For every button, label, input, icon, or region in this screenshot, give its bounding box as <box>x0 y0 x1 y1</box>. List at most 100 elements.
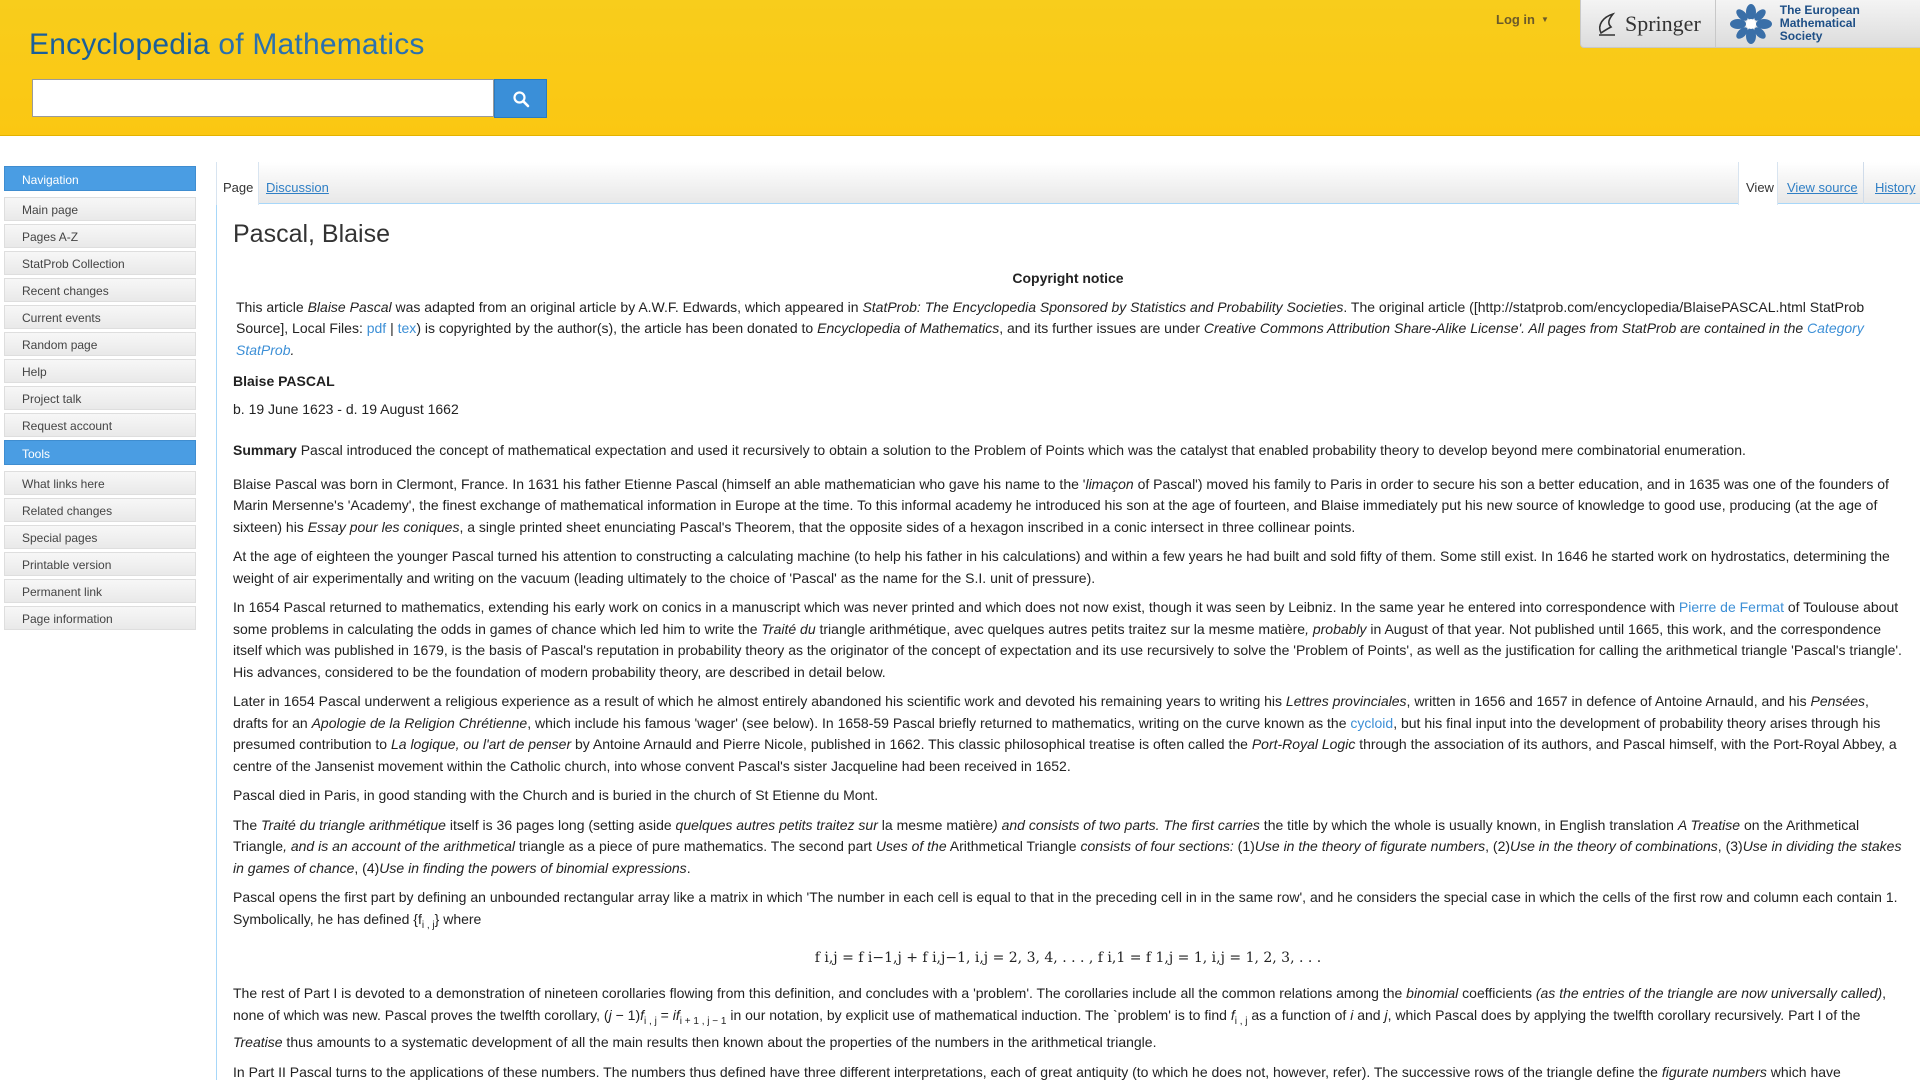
logo-bold: Encyclopedia <box>29 28 210 61</box>
sidebar-item-random-page[interactable]: Random page <box>4 332 196 356</box>
paragraph-corollaries: The rest of Part I is devoted to a demon… <box>233 983 1903 1053</box>
site-logo[interactable]: Encyclopedia of Mathematics <box>29 28 425 62</box>
recurrence-formula: f i,j = f i−1,j + f i,j−1, i,j = 2, 3, 4… <box>814 949 1322 966</box>
para-text: ) and consists of two parts. The first c… <box>993 816 1260 833</box>
paragraph-early-life: Blaise Pascal was born in Clermont, Fran… <box>233 474 1903 539</box>
ems-logo-icon <box>1729 3 1772 44</box>
tools-heading: Tools <box>4 440 196 465</box>
para-text: The rest of Part I is devoted to a demon… <box>233 985 1407 1002</box>
springer-logo-icon <box>1598 11 1616 36</box>
para-text: the title by which the whole is usually … <box>1259 816 1678 833</box>
para-text: , and is an account of the arithmetical <box>283 838 515 854</box>
sidebar-item-project-talk[interactable]: Project talk <box>4 386 196 410</box>
para-text: Traité du <box>761 620 816 637</box>
sidebar-item-related-changes[interactable]: Related changes <box>4 498 196 522</box>
para-text: . <box>686 859 691 876</box>
notice-text: , and its further issues are under <box>999 320 1204 336</box>
para-text: , probably <box>1305 620 1367 637</box>
partner-logos: Springer The European Mathematical Socie… <box>1580 0 1920 48</box>
sidebar-item-pages-a-z[interactable]: Pages A-Z <box>4 224 196 248</box>
login-menu[interactable]: Log in ▼ <box>1496 12 1549 27</box>
para-text: if <box>672 1006 680 1023</box>
para-text: , which Pascal does by applying the twel… <box>1387 1006 1861 1023</box>
para-text: itself is 36 pages long (setting aside <box>445 816 676 833</box>
logo-light: of Mathematics <box>209 28 425 61</box>
cycloid-link[interactable]: cycloid <box>1350 715 1393 731</box>
tab-view[interactable]: View <box>1738 162 1778 205</box>
ems-link[interactable]: The European Mathematical Society <box>1716 0 1890 47</box>
paragraph-religious: Later in 1654 Pascal underwent a religio… <box>233 691 1903 777</box>
para-text: triangle as a piece of pure mathematics.… <box>514 838 876 854</box>
notice-text: . <box>290 341 295 358</box>
para-text: , written in 1656 and 1657 in defence of… <box>1406 693 1811 709</box>
sidebar-item-recent-changes[interactable]: Recent changes <box>4 278 196 302</box>
para-text: Use in the theory of combinations <box>1510 838 1718 854</box>
subscript: i , j <box>1234 1015 1248 1027</box>
sidebar-item-current-events[interactable]: Current events <box>4 305 196 329</box>
para-text: Treatise <box>233 1034 283 1051</box>
tab-bar: Page Discussion View View source History <box>216 162 1920 205</box>
sidebar-item-page-information[interactable]: Page information <box>4 606 196 630</box>
para-text: consists of four sections: <box>1080 838 1234 854</box>
sidebar-item-request-account[interactable]: Request account <box>4 413 196 437</box>
para-text: Arithmetical Triangle <box>946 838 1081 854</box>
para-text: which have <box>1766 1063 1841 1080</box>
notice-text: This article <box>236 298 308 315</box>
para-text: , (4) <box>354 859 380 876</box>
sidebar-item-main-page[interactable]: Main page <box>4 197 196 221</box>
sidebar-item-help[interactable]: Help <box>4 359 196 383</box>
summary-label: Summary <box>233 442 297 458</box>
sidebar-item-special-pages[interactable]: Special pages <box>4 525 196 549</box>
login-label: Log in <box>1496 12 1535 27</box>
notice-text: | <box>386 320 398 336</box>
sidebar-item-permanent-link[interactable]: Permanent link <box>4 579 196 603</box>
para-text: figurate numbers <box>1661 1063 1767 1080</box>
para-text: Use in the theory of figurate numbers <box>1254 838 1486 854</box>
para-text: Traité du triangle arithmétique <box>261 816 446 833</box>
para-text: } where <box>434 910 482 927</box>
tab-history[interactable]: History <box>1863 162 1915 204</box>
copyright-notice: This article Blaise Pascal was adapted f… <box>233 297 1903 362</box>
para-text: A Treatise <box>1677 816 1741 833</box>
para-text: quelques autres petits traitez sur <box>675 816 878 833</box>
para-text: coefficients <box>1458 985 1536 1002</box>
notice-text: Encyclopedia of Mathematics <box>817 320 1000 336</box>
summary-paragraph: Summary Pascal introduced the concept of… <box>233 440 1903 462</box>
subscript: i + 1 , j − 1 <box>679 1015 727 1027</box>
search-icon <box>512 90 529 107</box>
pierre-de-fermat-link[interactable]: Pierre de Fermat <box>1679 599 1784 615</box>
notice-text: StatProb: The Encyclopedia Sponsored by … <box>862 298 1344 315</box>
sidebar-item-statprob-collection[interactable]: StatProb Collection <box>4 251 196 275</box>
sidebar-item-what-links-here[interactable]: What links here <box>4 471 196 495</box>
para-text: by Antoine Arnauld and Pierre Nicole, pu… <box>571 736 1252 752</box>
para-text: − 1) <box>611 1006 641 1023</box>
para-text: , (2) <box>1485 838 1511 854</box>
para-text: Use in finding the powers of binomial ex… <box>379 859 687 876</box>
life-dates: b. 19 June 1623 - d. 19 August 1662 <box>233 400 459 417</box>
sidebar-item-printable-version[interactable]: Printable version <box>4 552 196 576</box>
tab-view-source[interactable]: View source <box>1787 162 1858 204</box>
springer-link[interactable]: Springer <box>1581 0 1716 47</box>
para-text: La logique, ou l'art de penser <box>390 736 572 752</box>
tex-link[interactable]: tex <box>398 320 417 336</box>
paragraph-death: Pascal died in Paris, in good standing w… <box>233 787 879 803</box>
para-text: thus amounts to a systematic development… <box>282 1034 1157 1051</box>
para-text: The <box>233 816 262 833</box>
para-text: Blaise Pascal was born in Clermont, Fran… <box>233 475 1086 492</box>
para-text: (1) <box>1233 838 1255 854</box>
paragraph-definition: Pascal opens the first part by defining … <box>233 887 1903 936</box>
tab-discussion[interactable]: Discussion <box>266 162 329 204</box>
para-text: , a single printed sheet enunciating Pas… <box>459 518 1356 535</box>
pdf-link[interactable]: pdf <box>367 320 386 336</box>
para-text: = <box>656 1006 673 1023</box>
para-text: binomial <box>1406 985 1459 1002</box>
para-text: in our notation, by explicit use of math… <box>726 1006 1231 1023</box>
subscript: i , j <box>421 919 435 931</box>
para-text: (as the entries of the triangle are now … <box>1535 985 1883 1002</box>
summary-text: Pascal introduced the concept of mathema… <box>296 442 1746 458</box>
search-button[interactable] <box>494 79 547 118</box>
tab-page[interactable]: Page <box>216 162 259 205</box>
search-input[interactable] <box>32 79 494 117</box>
paragraph-traite: The Traité du triangle arithmétique itse… <box>233 815 1903 880</box>
para-text: Pensées <box>1810 693 1865 709</box>
